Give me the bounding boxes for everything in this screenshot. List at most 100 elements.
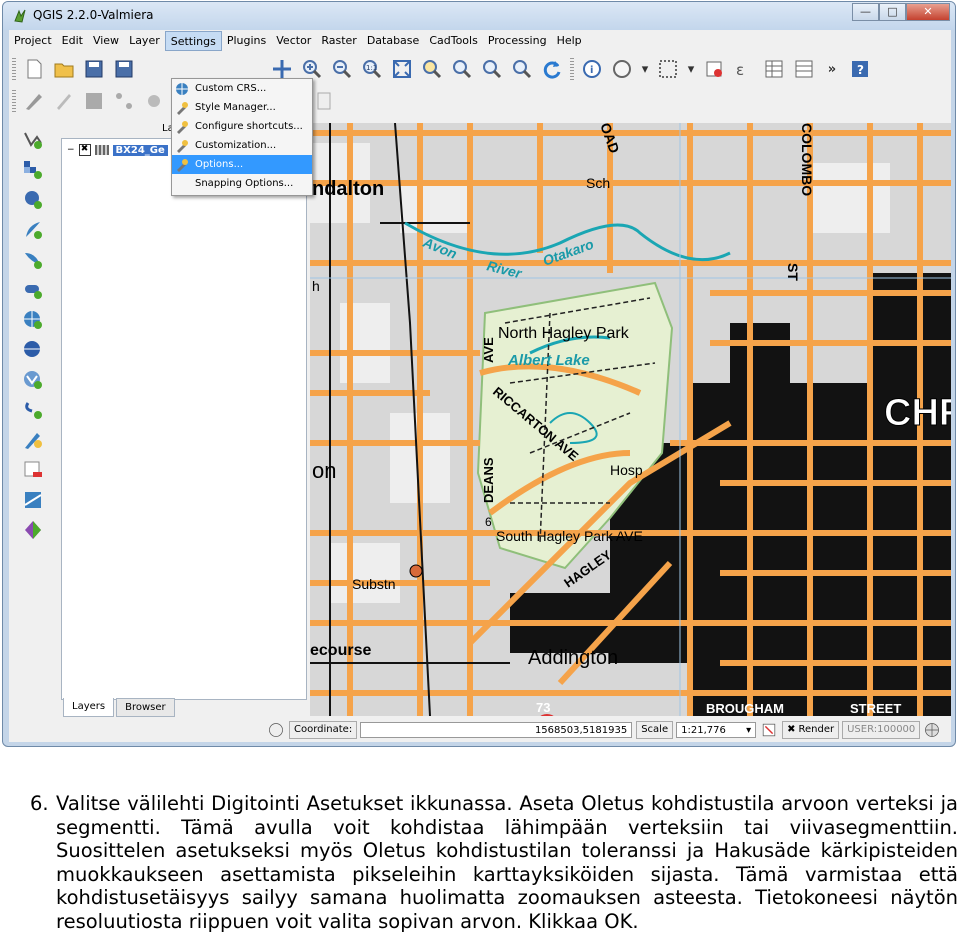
coordinate-field[interactable]: 1568503,5181935 [360,722,633,738]
add-feature-icon[interactable] [112,89,136,113]
add-spatialite-layer-icon[interactable] [21,218,45,242]
tab-browser[interactable]: Browser [116,698,175,717]
toolbar-overflow-icon[interactable]: » [819,62,845,77]
menu-database[interactable]: Database [362,31,425,51]
layer-row[interactable]: − ✖ BX24_Ge [67,143,168,157]
zoom-last-icon[interactable] [480,57,504,81]
window-title: QGIS 2.2.0-Valmiera [33,8,154,22]
status-bar: Coordinate: 1568503,5181935 Scale 1:21,7… [9,718,951,742]
toolbar-grip[interactable] [12,58,16,80]
menu-bar: Project Edit View Layer Settings Plugins Vecto… [9,30,951,52]
menu-view[interactable]: View [88,31,124,51]
paste-features-icon[interactable] [312,89,336,113]
coordinate-label: Coordinate: [289,721,358,739]
menu-item-options[interactable]: Options... [172,155,312,174]
zoom-native-icon[interactable]: 1:1 [360,57,384,81]
svg-text:i: i [590,65,593,76]
crs-globe-icon[interactable] [923,721,941,739]
snapping-options-icon [175,177,189,191]
move-feature-icon[interactable] [142,89,166,113]
statistics-icon[interactable] [792,57,816,81]
lock-scale-icon[interactable] [760,721,778,739]
menu-help[interactable]: Help [552,31,587,51]
menu-layer[interactable]: Layer [124,31,165,51]
scale-select[interactable]: 1:21,776 ▾ [676,722,757,738]
checkbox-checked-icon[interactable]: ✖ [78,144,91,156]
map-label: COLOMBO [799,123,815,196]
menu-plugins[interactable]: Plugins [222,31,271,51]
field-calculator-icon[interactable]: ε [732,57,756,81]
new-project-icon[interactable] [22,57,46,81]
chevron-down-icon[interactable]: ▾ [637,62,653,77]
toolbar-grip[interactable] [12,90,16,112]
refresh-icon[interactable] [540,57,564,81]
minimize-icon[interactable]: — [852,3,879,21]
zoom-next-icon[interactable] [510,57,534,81]
maximize-icon[interactable]: □ [879,3,906,21]
menu-raster[interactable]: Raster [316,31,361,51]
menu-processing[interactable]: Processing [483,31,552,51]
attribute-table-icon[interactable] [762,57,786,81]
select-features-icon[interactable] [610,57,634,81]
add-oracle-layer-icon[interactable] [21,278,45,302]
select-rectangle-icon[interactable] [656,57,680,81]
layers-panel[interactable]: − ✖ BX24_Ge [61,138,307,700]
add-raster-layer-icon[interactable] [21,158,45,182]
menu-item-configure-shortcuts[interactable]: Configure shortcuts... [172,117,312,136]
menu-cadtools[interactable]: CadTools [424,31,483,51]
zoom-out-icon[interactable] [330,57,354,81]
map-label: 73 [536,700,550,715]
layer-name[interactable]: BX24_Ge [112,144,168,156]
plugin-tool-icon[interactable] [21,518,45,542]
georeferencer-icon[interactable] [21,488,45,512]
new-shapefile-layer-icon[interactable] [21,428,45,452]
menu-project[interactable]: Project [9,31,57,51]
open-project-icon[interactable] [52,57,76,81]
toggle-editing-icon[interactable] [52,89,76,113]
zoom-layer-icon[interactable] [450,57,474,81]
help-icon[interactable]: ? [848,57,872,81]
add-mssql-layer-icon[interactable] [21,248,45,272]
menu-item-label: Custom CRS... [195,83,267,94]
map-label: on [312,458,336,483]
save-project-icon[interactable] [82,57,106,81]
menu-item-custom-crs[interactable]: Custom CRS... [172,79,312,98]
messages-icon[interactable] [267,721,285,739]
deselect-icon[interactable] [702,57,726,81]
map-label: h [312,278,320,294]
menu-item-style-manager[interactable]: Style Manager... [172,98,312,117]
menu-edit[interactable]: Edit [57,31,88,51]
add-postgis-layer-icon[interactable] [21,188,45,212]
toolbar-grip[interactable] [570,58,574,80]
map-label: South Hagley Park AVE [496,528,643,544]
zoom-full-icon[interactable] [390,57,414,81]
menu-vector[interactable]: Vector [271,31,316,51]
add-vector-layer-icon[interactable] [21,128,45,152]
add-delimited-text-icon[interactable] [21,398,45,422]
map-label: ndalton [312,178,384,200]
map-label: ecourse [310,642,371,659]
menu-item-snapping-options[interactable]: Snapping Options... [172,174,312,193]
menu-item-customization[interactable]: Customization... [172,136,312,155]
zoom-selection-icon[interactable] [420,57,444,81]
render-toggle[interactable]: ✖ Render [782,721,840,739]
save-as-icon[interactable] [112,57,136,81]
map-label: ST [785,263,801,281]
add-wcs-layer-icon[interactable] [21,338,45,362]
map-canvas[interactable]: ndalton Avon River Otakaro North Hagley … [310,123,951,716]
chevron-down-icon: ▾ [746,725,752,736]
save-edits-icon[interactable] [82,89,106,113]
identify-icon[interactable]: i [580,57,604,81]
crs-status[interactable]: USER:100000 [842,721,921,739]
remove-layer-icon[interactable] [21,458,45,482]
tab-layers[interactable]: Layers [63,698,115,717]
manage-layers-toolbar [19,122,49,548]
menu-settings[interactable]: Settings [164,31,222,51]
style-manager-icon [175,101,189,115]
digitize-icon[interactable] [22,89,46,113]
add-wfs-layer-icon[interactable] [21,368,45,392]
add-wms-layer-icon[interactable] [21,308,45,332]
close-icon[interactable]: ✕ [906,3,950,21]
chevron-down-icon[interactable]: ▾ [683,62,699,77]
expand-icon[interactable]: − [67,145,75,155]
